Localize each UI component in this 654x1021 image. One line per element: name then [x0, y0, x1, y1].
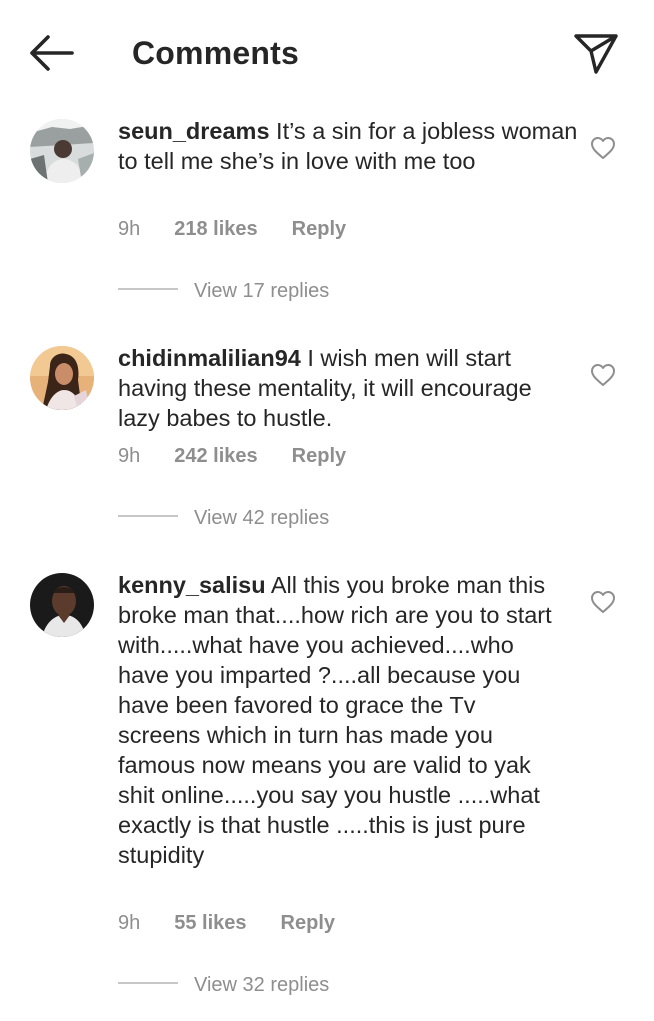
heart-icon — [591, 591, 615, 613]
divider-line — [118, 515, 178, 517]
avatar-woman-portrait — [30, 346, 94, 410]
heart-icon — [591, 137, 615, 159]
like-button[interactable] — [590, 136, 616, 160]
avatar-man-in-car — [30, 119, 94, 183]
comment-username[interactable]: chidinmalilian94 — [118, 345, 301, 371]
divider-line — [118, 982, 178, 984]
comment-time: 9h — [118, 218, 141, 240]
comment-body: chidinmalilian94 I wish men will start h… — [118, 343, 578, 433]
view-replies-button[interactable]: View 17 replies — [118, 276, 329, 306]
comment-time: 9h — [118, 445, 141, 467]
view-replies-button[interactable]: View 32 replies — [118, 970, 329, 1000]
comment-username[interactable]: seun_dreams — [118, 118, 270, 144]
avatar-man-dark-background — [30, 573, 94, 637]
paper-plane-icon — [574, 34, 618, 74]
likes-count[interactable]: 55 likes — [174, 908, 246, 938]
like-button[interactable] — [590, 590, 616, 614]
view-replies-button[interactable]: View 42 replies — [118, 503, 329, 533]
divider-line — [118, 288, 178, 290]
like-button[interactable] — [590, 363, 616, 387]
heart-icon — [591, 364, 615, 386]
comment-meta: 9h 218 likes Reply — [118, 214, 346, 244]
comment-meta: 9h 242 likes Reply — [118, 441, 346, 471]
comment-time: 9h — [118, 912, 141, 934]
comment-username[interactable]: kenny_salisu — [118, 572, 266, 598]
view-replies-label: View 32 replies — [194, 974, 330, 996]
comment-body: seun_dreams It’s a sin for a jobless wom… — [118, 116, 578, 176]
likes-count[interactable]: 218 likes — [174, 214, 257, 244]
avatar[interactable] — [30, 346, 94, 410]
comment-text: All this you broke man this broke man th… — [118, 572, 552, 868]
page-title: Comments — [132, 35, 299, 71]
avatar[interactable] — [30, 119, 94, 183]
reply-button[interactable]: Reply — [281, 908, 335, 938]
share-button[interactable] — [572, 30, 620, 76]
comments-header: Comments — [0, 0, 654, 104]
view-replies-label: View 42 replies — [194, 507, 330, 529]
view-replies-label: View 17 replies — [194, 280, 330, 302]
comment-meta: 9h 55 likes Reply — [118, 908, 335, 938]
likes-count[interactable]: 242 likes — [174, 441, 257, 471]
back-button[interactable] — [26, 32, 76, 74]
comment-body: kenny_salisu All this you broke man this… — [118, 570, 563, 870]
back-arrow-icon — [30, 35, 74, 71]
reply-button[interactable]: Reply — [292, 441, 346, 471]
avatar[interactable] — [30, 573, 94, 637]
reply-button[interactable]: Reply — [292, 214, 346, 244]
